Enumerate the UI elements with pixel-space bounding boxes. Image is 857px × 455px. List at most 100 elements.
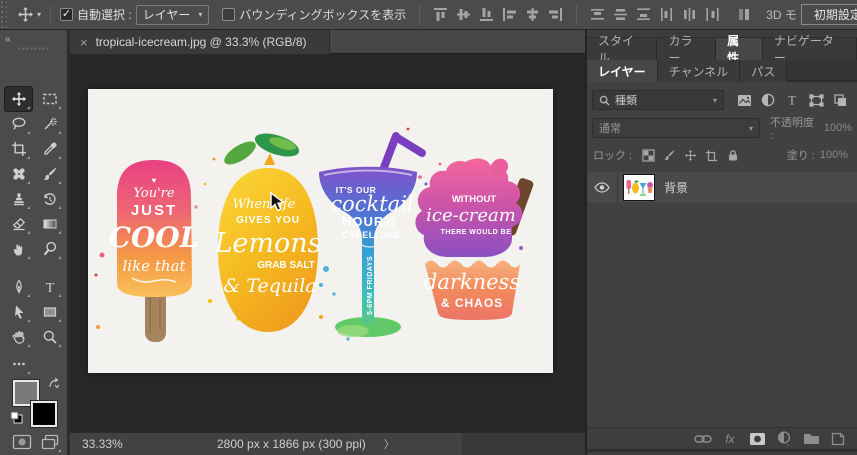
workspace-switcher[interactable]: 初期設定 bbox=[801, 4, 857, 25]
tab-channels[interactable]: チャンネル bbox=[658, 60, 741, 82]
link-layers-icon[interactable] bbox=[694, 431, 712, 447]
tool-hand[interactable] bbox=[5, 325, 32, 349]
new-adjustment-layer-icon[interactable] bbox=[775, 431, 793, 447]
lock-artboard-icon[interactable] bbox=[701, 147, 722, 163]
layer-thumbnail[interactable] bbox=[624, 175, 654, 200]
tab-paths[interactable]: パス bbox=[740, 60, 787, 82]
svg-text:CAPELLINIS: CAPELLINIS bbox=[342, 230, 401, 240]
lock-position-icon[interactable] bbox=[680, 147, 701, 163]
align-left-icon[interactable] bbox=[501, 6, 518, 23]
align-top-icon[interactable] bbox=[432, 6, 449, 23]
document-tab[interactable]: × tropical-icecream.jpg @ 33.3% (RGB/8) bbox=[70, 30, 330, 54]
tab-color[interactable]: カラー bbox=[657, 38, 716, 60]
lock-transparency-icon[interactable] bbox=[638, 147, 659, 163]
tool-crop[interactable] bbox=[5, 137, 32, 161]
filter-shape-layers-icon[interactable] bbox=[804, 90, 828, 110]
opacity-value[interactable]: 100% bbox=[824, 122, 852, 134]
layer-name[interactable]: 背景 bbox=[664, 179, 688, 196]
blend-mode-dropdown[interactable]: 通常 ▾ bbox=[592, 118, 760, 138]
align-bottom-icon[interactable] bbox=[478, 6, 495, 23]
layer-style-fx-icon[interactable]: fx bbox=[721, 431, 739, 447]
bbox-label: バウンディングボックスを表示 bbox=[239, 6, 406, 23]
svg-text:cocktail: cocktail bbox=[330, 192, 413, 216]
add-layer-mask-icon[interactable] bbox=[748, 431, 766, 447]
bbox-checkbox[interactable] bbox=[222, 8, 235, 21]
status-bar: 33.33% 2800 px x 1866 px (300 ppi) 〉 bbox=[70, 433, 585, 455]
svg-text:fx: fx bbox=[725, 432, 735, 446]
filter-adjustment-layers-icon[interactable] bbox=[756, 90, 780, 110]
auto-select-dropdown[interactable]: レイヤー▾ bbox=[136, 5, 210, 25]
distribute-top-icon[interactable] bbox=[589, 6, 606, 23]
tool-dodge[interactable] bbox=[36, 237, 63, 261]
align-right-icon[interactable] bbox=[547, 6, 564, 23]
canvas[interactable]: ♥ You're JUST COOL like that When life G… bbox=[88, 89, 553, 373]
tool-preset-caret[interactable]: ▾ bbox=[37, 10, 41, 19]
tool-brush[interactable] bbox=[36, 162, 63, 186]
svg-text:WITHOUT: WITHOUT bbox=[452, 194, 497, 205]
separator bbox=[576, 5, 577, 25]
tab-navigator[interactable]: ナビゲーター bbox=[763, 38, 857, 60]
distribute-spacing-icon[interactable] bbox=[736, 6, 753, 23]
distribute-bottom-icon[interactable] bbox=[635, 6, 652, 23]
tool-zoom[interactable] bbox=[36, 325, 63, 349]
zoom-level-field[interactable]: 33.33% bbox=[82, 437, 140, 451]
auto-select-checkbox[interactable]: ✓ bbox=[60, 8, 73, 21]
status-chevron-icon[interactable]: 〉 bbox=[384, 436, 395, 452]
tab-layers[interactable]: レイヤー bbox=[587, 60, 658, 82]
tool-lasso[interactable] bbox=[5, 112, 32, 136]
panel-tab-row-2: レイヤー チャンネル パス bbox=[587, 60, 857, 82]
filter-type-layers-icon[interactable]: T bbox=[780, 90, 804, 110]
layers-panel: 種類 ▾ T 通常 ▾ 不透明度 : 100% ロック : bbox=[587, 89, 857, 452]
fill-value[interactable]: 100% bbox=[820, 149, 848, 161]
edit-toolbar-button[interactable] bbox=[5, 352, 32, 376]
tab-close-icon[interactable]: × bbox=[80, 35, 88, 50]
tool-eraser[interactable] bbox=[5, 212, 32, 236]
toolbar-collapse-button[interactable]: « bbox=[5, 34, 10, 45]
tool-clone-stamp[interactable] bbox=[5, 187, 32, 211]
filter-smart-objects-icon[interactable] bbox=[828, 90, 852, 110]
svg-text:COOL: COOL bbox=[109, 221, 200, 254]
separator bbox=[419, 5, 420, 25]
tab-properties[interactable]: 属性 bbox=[716, 38, 763, 60]
svg-text:Lemons: Lemons bbox=[213, 228, 321, 259]
tool-type[interactable]: T bbox=[36, 275, 63, 299]
svg-text:When life: When life bbox=[233, 197, 296, 212]
options-bar-grip[interactable] bbox=[0, 0, 7, 30]
new-group-folder-icon[interactable] bbox=[802, 431, 820, 447]
tool-shape[interactable] bbox=[36, 300, 63, 324]
tool-gradient[interactable] bbox=[36, 212, 63, 236]
default-colors-icon[interactable] bbox=[10, 411, 23, 424]
layer-visibility-eye-icon[interactable] bbox=[594, 182, 610, 193]
quick-mask-button[interactable] bbox=[8, 430, 35, 454]
align-hcenter-icon[interactable] bbox=[524, 6, 541, 23]
layer-filter-dropdown[interactable]: 種類 ▾ bbox=[592, 90, 724, 110]
tool-move[interactable] bbox=[5, 87, 32, 111]
toolbar-grip[interactable] bbox=[18, 47, 50, 51]
layer-row-background[interactable]: 背景 bbox=[587, 172, 857, 202]
tool-path-selection[interactable] bbox=[5, 300, 32, 324]
lock-label: ロック : bbox=[593, 147, 632, 163]
tool-eyedropper[interactable] bbox=[36, 137, 63, 161]
screen-mode-button[interactable] bbox=[36, 430, 63, 454]
filter-pixel-layers-icon[interactable] bbox=[732, 90, 756, 110]
swap-colors-icon[interactable] bbox=[47, 377, 61, 391]
new-layer-icon[interactable] bbox=[829, 431, 847, 447]
tool-pen[interactable] bbox=[5, 275, 32, 299]
distribute-right-icon[interactable] bbox=[704, 6, 721, 23]
distribute-left-icon[interactable] bbox=[658, 6, 675, 23]
tool-magic-wand[interactable] bbox=[36, 112, 63, 136]
tool-smudge[interactable] bbox=[5, 237, 32, 261]
artwork: ♥ You're JUST COOL like that When life G… bbox=[88, 89, 553, 373]
chevron-down-icon: ▾ bbox=[749, 124, 753, 133]
distribute-hcenter-icon[interactable] bbox=[681, 6, 698, 23]
align-vcenter-icon[interactable] bbox=[455, 6, 472, 23]
tab-styles[interactable]: スタイル bbox=[587, 38, 657, 60]
tool-healing-brush[interactable] bbox=[5, 162, 32, 186]
lock-pixels-icon[interactable] bbox=[659, 147, 680, 163]
background-color-swatch[interactable] bbox=[31, 401, 57, 427]
tool-marquee[interactable] bbox=[36, 87, 63, 111]
distribute-vcenter-icon[interactable] bbox=[612, 6, 629, 23]
lock-all-icon[interactable] bbox=[722, 147, 743, 163]
document-tab-strip: × tropical-icecream.jpg @ 33.3% (RGB/8) bbox=[70, 30, 585, 54]
tool-history-brush[interactable] bbox=[36, 187, 63, 211]
